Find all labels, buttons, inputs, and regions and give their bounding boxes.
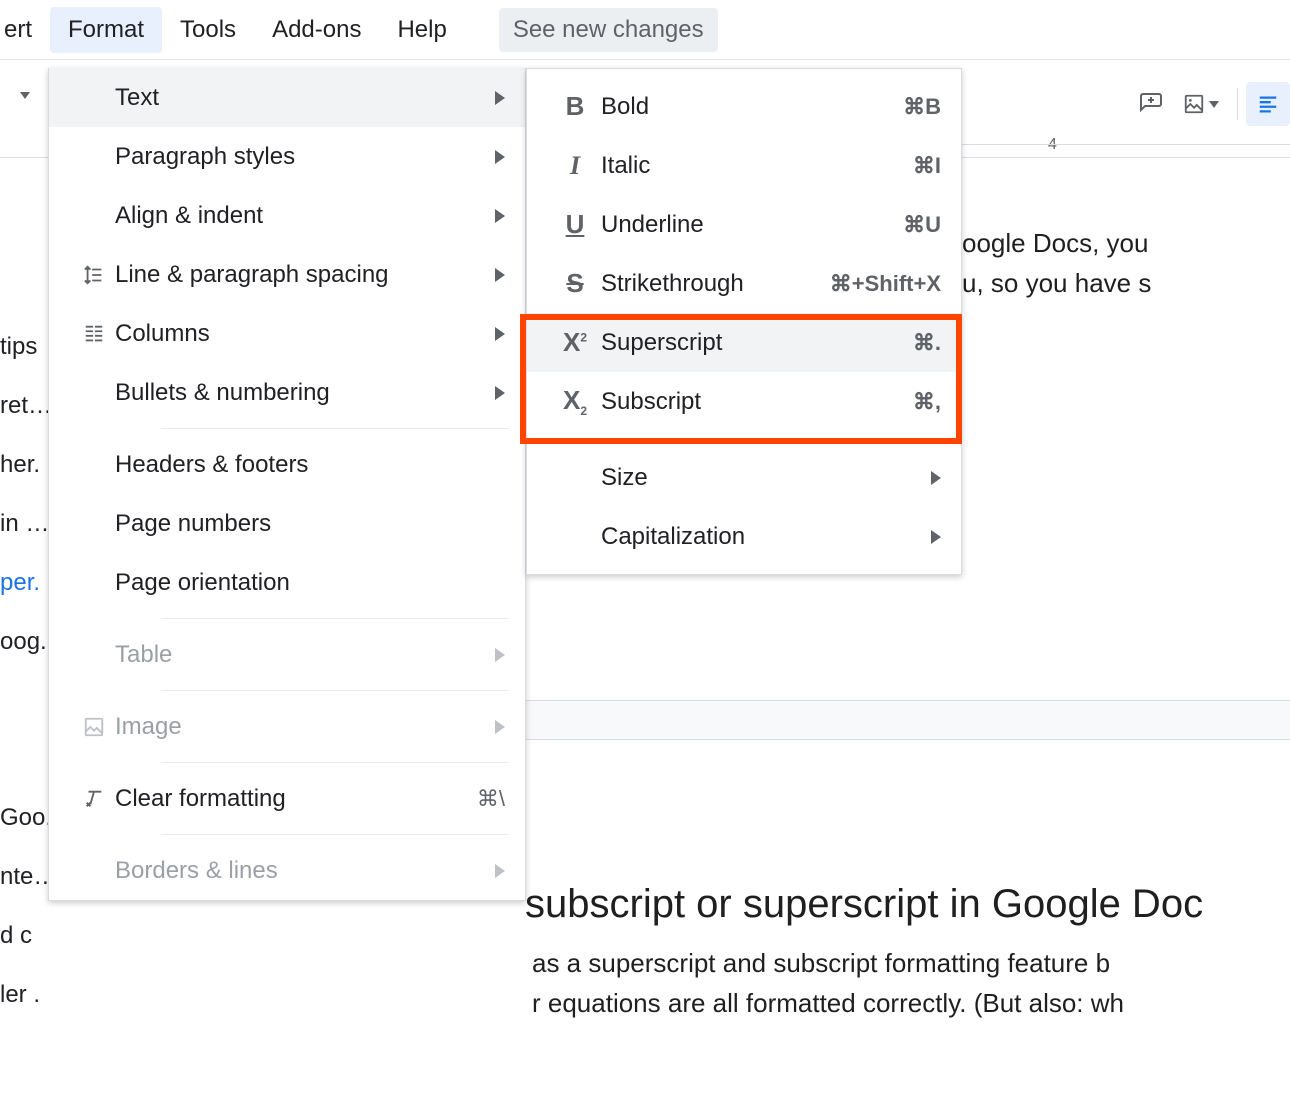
doc-text-fragment: u, so you have s [962,268,1151,299]
add-comment-button[interactable] [1129,82,1173,126]
ruler-mark-4: 4 [1048,136,1057,154]
align-left-button[interactable] [1246,82,1290,126]
text-italic[interactable]: I Italic ⌘I [527,136,961,195]
sidebar-fragment: d c [0,922,46,951]
sidebar-fragment: nte… [0,863,46,892]
submenu-arrow-icon [495,648,505,662]
text-underline[interactable]: U Underline ⌘U [527,195,961,254]
menu-separator [161,618,509,619]
menu-addons[interactable]: Add-ons [254,7,379,53]
text-subscript[interactable]: X2 Subscript ⌘, [527,372,961,431]
format-menu: Text Paragraph styles Align & indent Lin… [48,68,526,901]
bold-icon: B [549,91,601,122]
doc-text-fragment: r equations are all formatted correctly.… [532,988,1124,1019]
text-submenu: B Bold ⌘B I Italic ⌘I U Underline ⌘U S S… [526,68,962,575]
sidebar-fragment: ler . [0,981,46,1010]
menu-separator [161,428,509,429]
underline-icon: U [549,209,601,240]
format-clear-formatting[interactable]: Clear formatting ⌘\ [49,769,525,828]
sidebar-fragment: ret… [0,392,46,421]
menu-separator [161,762,509,763]
format-paragraph-styles[interactable]: Paragraph styles [49,127,525,186]
menu-tools[interactable]: Tools [162,7,254,53]
text-bold[interactable]: B Bold ⌘B [527,77,961,136]
sidebar-fragment: Goo. [0,804,46,833]
doc-text-fragment: oogle Docs, you [962,228,1148,259]
subscript-icon: X2 [549,385,601,418]
doc-heading: subscript or superscript in Google Doc [525,882,1203,927]
submenu-arrow-icon [495,268,505,282]
text-capitalization[interactable]: Capitalization [527,507,961,566]
format-line-spacing[interactable]: Line & paragraph spacing [49,245,525,304]
sidebar-link-fragment[interactable]: per. [0,569,46,598]
text-strikethrough[interactable]: S Strikethrough ⌘+Shift+X [527,254,961,313]
menu-separator [161,834,509,835]
menu-separator [161,690,509,691]
clear-format-icon [73,788,115,810]
text-superscript[interactable]: X2 Superscript ⌘. [527,313,961,372]
columns-icon [73,323,115,345]
superscript-icon: X2 [549,327,601,358]
line-spacing-icon [73,264,115,286]
sidebar-fragment: in … [0,510,46,539]
submenu-arrow-icon [495,150,505,164]
format-headers-footers[interactable]: Headers & footers [49,435,525,494]
text-size[interactable]: Size [527,448,961,507]
ruler-border [962,144,1290,145]
format-bullets-numbering[interactable]: Bullets & numbering [49,363,525,422]
submenu-arrow-icon [495,209,505,223]
format-image: Image [49,697,525,756]
format-page-numbers[interactable]: Page numbers [49,494,525,553]
see-new-changes[interactable]: See new changes [499,8,718,52]
insert-image-button[interactable] [1173,82,1229,126]
submenu-arrow-icon [495,91,505,105]
italic-icon: I [549,151,601,181]
format-borders-lines: Borders & lines [49,841,525,900]
menu-help[interactable]: Help [379,7,464,53]
format-align-indent[interactable]: Align & indent [49,186,525,245]
submenu-arrow-icon [931,471,941,485]
format-table: Table [49,625,525,684]
menu-separator [601,439,945,440]
submenu-arrow-icon [495,720,505,734]
menu-insert-partial[interactable]: ert [0,7,50,53]
doc-text-fragment: as a superscript and subscript formattin… [532,948,1110,979]
toolbar-dropdown-partial[interactable] [16,92,30,99]
sidebar-fragment: oog. [0,628,46,657]
sidebar-fragment: her. [0,451,46,480]
format-page-orientation[interactable]: Page orientation [49,553,525,612]
format-text[interactable]: Text [49,68,525,127]
submenu-arrow-icon [495,864,505,878]
sidebar-fragment: tips [0,333,46,362]
strikethrough-icon: S [549,268,601,299]
submenu-arrow-icon [495,386,505,400]
format-columns[interactable]: Columns [49,304,525,363]
submenu-arrow-icon [931,530,941,544]
toolbar-divider [1237,88,1238,120]
menu-bar: ert Format Tools Add-ons Help See new ch… [0,0,1290,60]
toolbar-right [1129,82,1290,126]
submenu-arrow-icon [495,327,505,341]
image-icon [73,716,115,738]
menu-format[interactable]: Format [50,7,162,53]
